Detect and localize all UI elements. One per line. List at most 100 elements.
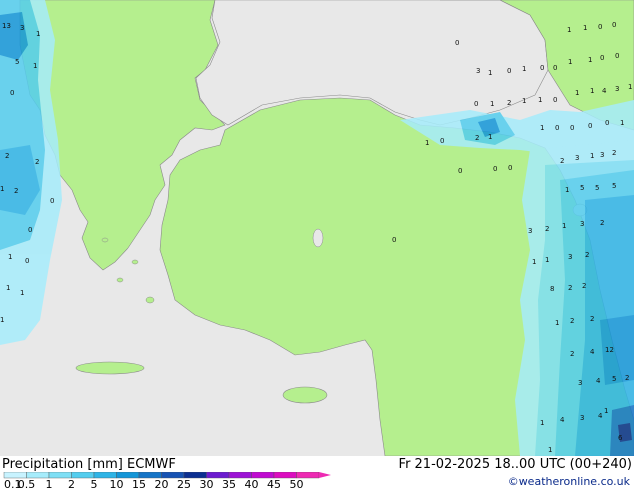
map-value: 0	[553, 96, 557, 104]
map-value: 0	[493, 165, 497, 173]
map-value: 0	[10, 89, 14, 97]
map-value: 3	[580, 220, 584, 228]
map-value: 3	[580, 414, 584, 422]
map-value: 0	[508, 164, 512, 172]
map-value: 1	[620, 119, 624, 127]
map-value: 2	[570, 350, 574, 358]
map-value: 1	[540, 419, 544, 427]
map-value: 3	[600, 151, 604, 159]
map-value: 1	[490, 100, 494, 108]
map-value: 3	[528, 227, 532, 235]
island-cyprus	[282, 386, 328, 404]
map-value: 0	[598, 23, 602, 31]
map-value: 2	[5, 152, 9, 160]
map-value: 1	[628, 83, 632, 91]
legend-label: 25	[177, 478, 191, 490]
map-value: 0	[570, 124, 574, 132]
map-value: 1	[565, 186, 569, 194]
legend-title: Precipitation [mm] ECMWF	[2, 457, 176, 472]
map-value: 0	[588, 122, 592, 130]
legend-scale: 0.10.5 1 2 5 10 15 20 25 30 35 40 45 50	[3, 472, 331, 490]
map-value: 1	[33, 62, 37, 70]
map-value: 1	[575, 89, 579, 97]
map-value: 5	[580, 184, 584, 192]
map-value: 1	[488, 69, 492, 77]
map-value: 0	[392, 236, 396, 244]
map-value: 1	[568, 58, 572, 66]
map-value: 2	[560, 157, 564, 165]
map-value: 1	[562, 222, 566, 230]
map-value: 1	[548, 446, 552, 454]
map-value: 0	[458, 167, 462, 175]
map-value: 1	[0, 316, 4, 324]
map-value: 2	[14, 187, 18, 195]
map-value: 1	[540, 124, 544, 132]
legend-label: 0.5	[18, 478, 36, 490]
map-value: 1	[522, 65, 526, 73]
legend-label: 20	[155, 478, 169, 490]
island-d	[101, 237, 109, 243]
legend-label: 30	[200, 478, 214, 490]
legend-label: 15	[132, 478, 146, 490]
legend-label: 35	[222, 478, 236, 490]
legend-label: 1	[46, 478, 53, 490]
legend-label: 5	[91, 478, 98, 490]
map-value: 1	[545, 256, 549, 264]
map-value: 2	[568, 284, 572, 292]
map-value: 5	[15, 58, 19, 66]
map-value: 0	[605, 119, 609, 127]
map-value: 1	[604, 407, 608, 415]
lake-tuz	[312, 228, 324, 248]
map-value: 0	[474, 100, 478, 108]
map-value: 2	[612, 149, 616, 157]
map-value: 0	[455, 39, 459, 47]
map-value: 3	[615, 85, 619, 93]
map-value: 0	[25, 257, 29, 265]
map-value: 1	[36, 30, 40, 38]
map-value: 4	[598, 412, 603, 420]
map-value: 2	[545, 225, 549, 233]
map-value: 0	[612, 21, 616, 29]
map-value: 3	[476, 67, 480, 75]
map-value: 13	[2, 22, 11, 30]
map-value: 2	[507, 99, 511, 107]
map-value: 0	[440, 137, 444, 145]
legend-label: 10	[110, 478, 124, 490]
map-value: 5	[595, 184, 599, 192]
map-value: 1	[555, 319, 559, 327]
map-value: 1	[590, 87, 594, 95]
legend-arrow	[319, 472, 331, 478]
map-value: 3	[568, 253, 572, 261]
map-value: 2	[590, 315, 594, 323]
map-value: 1	[590, 152, 594, 160]
map-value: 2	[582, 282, 586, 290]
map-value: 2	[35, 158, 39, 166]
map-value: 1	[20, 289, 24, 297]
map-value: 3	[578, 379, 582, 387]
map-value: 1	[425, 139, 429, 147]
legend-label: 40	[245, 478, 259, 490]
precipitation-map: 13 3 1 5 1 0 2 2 1 0 2 0 1 1 1 1 0 0 1 1…	[0, 0, 634, 456]
legend-label: 50	[290, 478, 304, 490]
map-value: 0	[615, 52, 619, 60]
map-value: 2	[600, 219, 604, 227]
map-value: 0	[600, 54, 604, 62]
map-value: 4	[590, 348, 595, 356]
island-a	[145, 296, 155, 304]
legend-label: 2	[68, 478, 75, 490]
island-c	[131, 259, 139, 265]
map-value: 8	[550, 285, 554, 293]
map-value: 2	[475, 134, 479, 142]
map-value: 1	[522, 97, 526, 105]
map-value: 12	[605, 346, 614, 354]
map-value: 1	[488, 133, 492, 141]
legend-datetime: Fr 21-02-2025 18..00 UTC (00+240)	[398, 457, 632, 472]
map-value: 0	[50, 197, 54, 205]
map-value: 2	[625, 374, 629, 382]
map-value: 1	[6, 284, 10, 292]
map-value: 1	[538, 96, 542, 104]
map-value: 0	[507, 67, 511, 75]
map-value: 0	[553, 64, 557, 72]
map-value: 0	[555, 124, 559, 132]
map-value: 1	[0, 185, 4, 193]
